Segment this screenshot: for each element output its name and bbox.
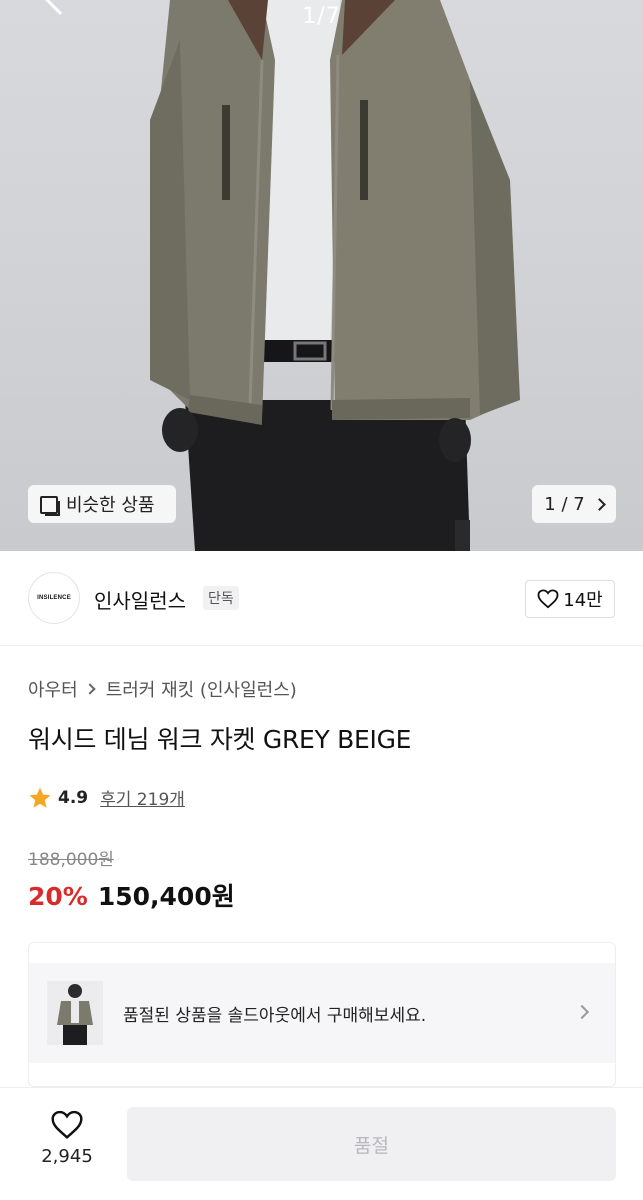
discount-rate: 20% xyxy=(28,882,88,911)
soldout-banner-body: 품절된 상품을 솔드아웃에서 구매해보세요. xyxy=(29,963,615,1063)
product-image-gallery[interactable]: 1/7 비슷한 상품 1 / 7 xyxy=(0,0,643,551)
star-icon xyxy=(29,787,51,808)
original-price: 188,000원 xyxy=(28,850,114,870)
heart-icon xyxy=(51,1110,83,1139)
image-pager-button[interactable]: 1 / 7 xyxy=(532,485,616,523)
chevron-right-icon xyxy=(574,1004,590,1020)
soldout-message: 품절된 상품을 솔드아웃에서 구매해보세요. xyxy=(123,1006,427,1026)
brand-row: INSILENCE 인사일런스 단독 14만 xyxy=(0,551,643,646)
brand-name[interactable]: 인사일런스 xyxy=(94,585,186,614)
wishlist-button[interactable]: 2,945 xyxy=(22,1110,112,1167)
breadcrumb-subcategory[interactable]: 트러커 재킷 (인사일런스) xyxy=(106,676,297,702)
brand-like-count: 14만 xyxy=(563,590,603,611)
wishlist-count: 2,945 xyxy=(41,1146,93,1167)
rating-row: 4.9 후기 219개 xyxy=(28,785,185,810)
breadcrumb: 아우터 트러커 재킷 (인사일런스) xyxy=(28,676,297,702)
chevron-right-icon xyxy=(592,497,606,511)
brand-like-button[interactable]: 14만 xyxy=(525,580,615,618)
product-title: 워시드 데님 워크 자켓 GREY BEIGE xyxy=(28,725,412,754)
image-counter-top: 1/7 xyxy=(302,4,341,29)
brand-logo-text: INSILENCE xyxy=(37,595,71,601)
exclusive-badge: 단독 xyxy=(203,586,239,610)
image-pager-label: 1 / 7 xyxy=(544,493,585,515)
similar-products-label: 비슷한 상품 xyxy=(66,495,155,516)
soldout-thumbnail xyxy=(47,981,103,1045)
brand-logo[interactable]: INSILENCE xyxy=(28,572,80,624)
similar-products-icon xyxy=(40,494,60,516)
bottom-action-bar: 2,945 품절 xyxy=(0,1087,643,1200)
heart-icon xyxy=(537,589,559,609)
price-row: 20% 150,400원 xyxy=(28,877,235,913)
sale-price: 150,400원 xyxy=(97,882,235,911)
soldout-banner[interactable]: 품절된 상품을 솔드아웃에서 구매해보세요. xyxy=(28,942,616,1087)
product-photo xyxy=(150,0,520,551)
similar-products-button[interactable]: 비슷한 상품 xyxy=(28,485,176,523)
rating-value: 4.9 xyxy=(58,787,89,808)
chevron-right-icon xyxy=(84,683,96,695)
soldout-purchase-button[interactable]: 품절 xyxy=(127,1107,616,1181)
breadcrumb-category[interactable]: 아우터 xyxy=(28,676,78,702)
review-count-link[interactable]: 후기 219개 xyxy=(100,785,185,810)
